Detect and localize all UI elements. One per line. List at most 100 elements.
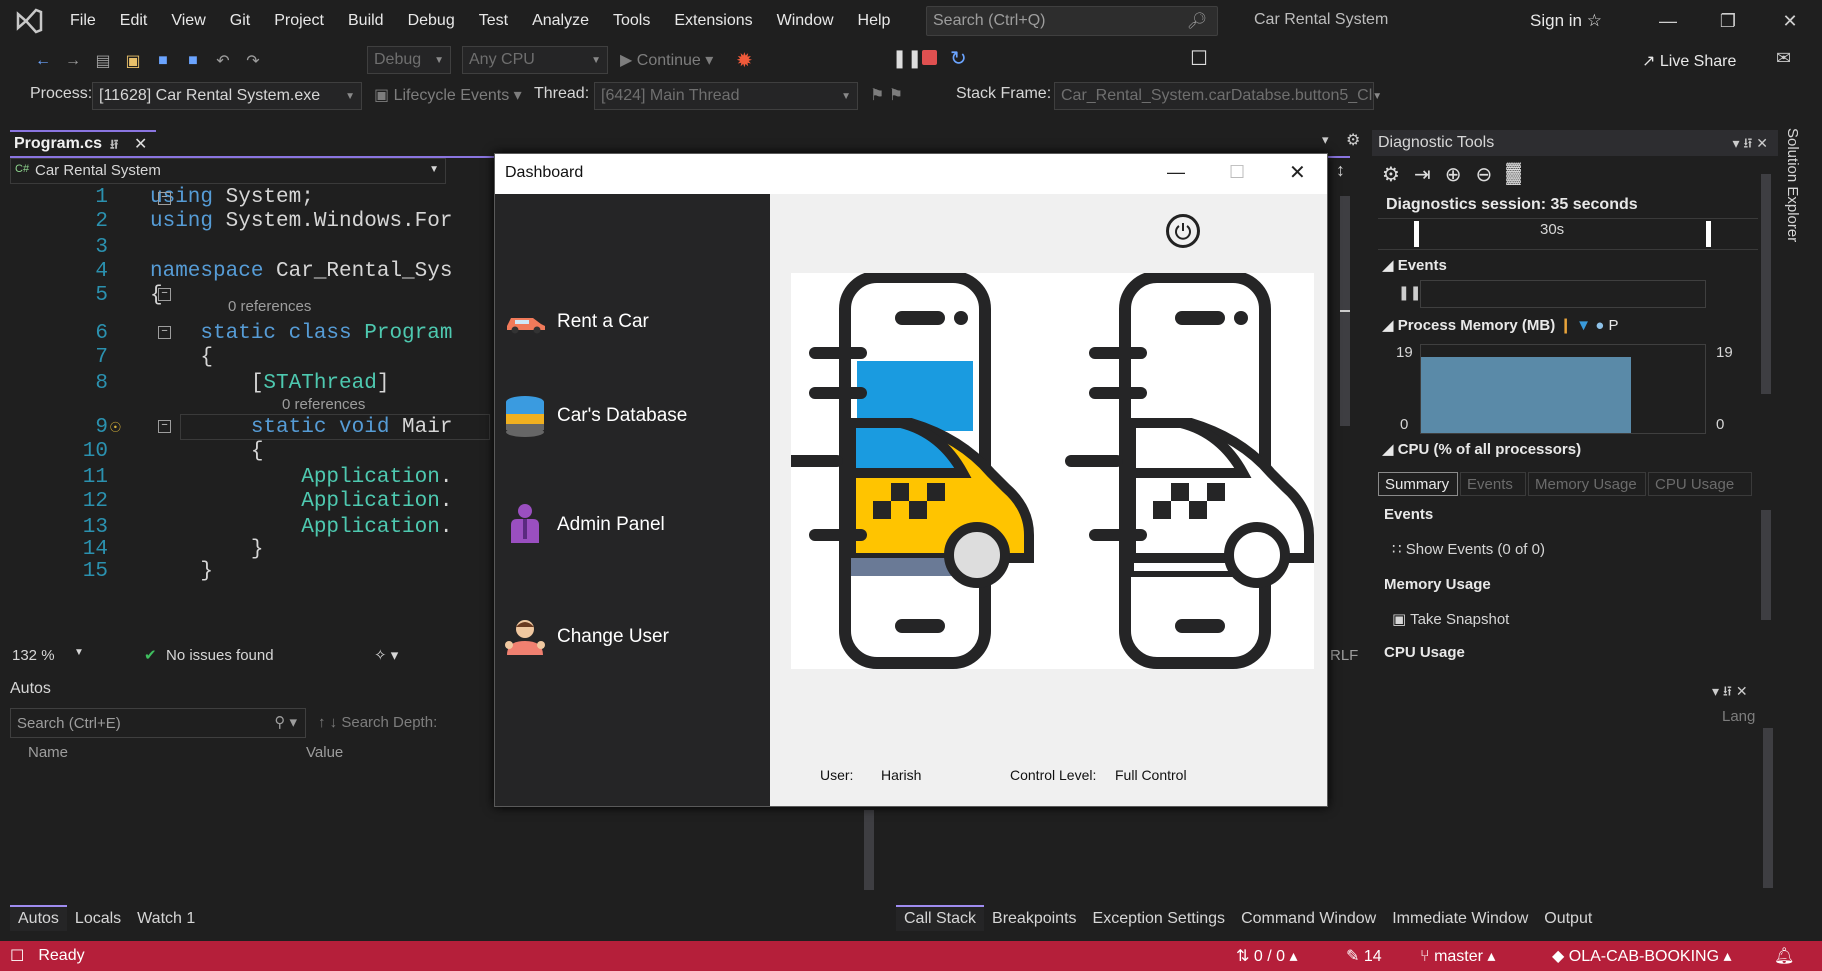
- sidebar-item-change-user[interactable]: Change User: [501, 615, 761, 659]
- line-ending-status[interactable]: RLF: [1330, 647, 1358, 664]
- redo-icon[interactable]: ↷: [240, 48, 266, 74]
- code-line[interactable]: {: [150, 346, 213, 369]
- notifications-icon[interactable]: 🔔︎: [1774, 946, 1794, 966]
- new-item-icon[interactable]: ▤: [90, 48, 116, 74]
- tab-call-stack[interactable]: Call Stack: [896, 905, 985, 931]
- restore-button[interactable]: ❐: [1706, 6, 1750, 36]
- tab-locals[interactable]: Locals: [67, 905, 129, 931]
- flag-icon[interactable]: ⚑ ⚑: [870, 85, 903, 105]
- lines-status[interactable]: ⇅ 0 / 0 ▴: [1236, 946, 1297, 966]
- tab-watch-1[interactable]: Watch 1: [129, 905, 203, 931]
- sign-in-button[interactable]: Sign in ☆: [1530, 11, 1602, 31]
- fold-toggle[interactable]: −: [158, 420, 171, 433]
- solution-explorer-tab[interactable]: Solution Explorer: [1784, 128, 1801, 242]
- menu-file[interactable]: File: [58, 12, 108, 30]
- down-arrow-icon[interactable]: ↓: [330, 714, 338, 731]
- callstack-scrollbar[interactable]: [1760, 708, 1776, 898]
- settings-icon[interactable]: ⚙: [1346, 130, 1360, 150]
- branch-status[interactable]: ⑂ master ▴: [1420, 946, 1495, 966]
- diagnostic-scrollbar[interactable]: [1758, 160, 1774, 456]
- process-memory-title[interactable]: ◢ Process Memory (MB) ❙ ▼ ● P: [1382, 316, 1618, 334]
- code-line[interactable]: namespace Car_Rental_Sys: [150, 260, 452, 283]
- menu-project[interactable]: Project: [262, 12, 336, 30]
- tab-output[interactable]: Output: [1536, 905, 1600, 931]
- code-line[interactable]: Application.: [150, 516, 452, 539]
- close-window-button[interactable]: ✕: [1768, 6, 1812, 36]
- lang-column-header[interactable]: Lang: [1722, 708, 1755, 725]
- feedback-icon[interactable]: ✉: [1776, 48, 1791, 69]
- minimize-button[interactable]: —: [1646, 6, 1690, 36]
- code-line[interactable]: {: [150, 440, 264, 463]
- take-snapshot-button[interactable]: ▣ Take Snapshot: [1392, 610, 1509, 628]
- diagnostic-tab-events[interactable]: Events: [1460, 472, 1526, 496]
- cpu-section-title[interactable]: ◢ CPU (% of all processors): [1382, 440, 1581, 458]
- close-icon[interactable]: ✕: [134, 134, 147, 154]
- sidebar-item-admin-panel[interactable]: Admin Panel: [501, 503, 761, 547]
- fold-toggle[interactable]: −: [158, 288, 171, 301]
- timeline-end-handle[interactable]: [1706, 221, 1711, 247]
- repository-status[interactable]: ◆ OLA-CAB-BOOKING ▴: [1552, 946, 1732, 966]
- pause-icon[interactable]: ❚❚: [892, 48, 922, 69]
- edits-status[interactable]: ✎ 14: [1346, 946, 1382, 966]
- menu-tools[interactable]: Tools: [601, 12, 662, 30]
- show-events-link[interactable]: ∷ Show Events (0 of 0): [1392, 540, 1545, 558]
- undo-icon[interactable]: ↶: [210, 48, 236, 74]
- settings-icon[interactable]: ⚙: [1382, 162, 1400, 187]
- zoom-in-icon[interactable]: ⊕: [1445, 162, 1462, 187]
- project-navigation-select[interactable]: C# Car Rental System ▼: [10, 158, 446, 184]
- export-icon[interactable]: ⇥: [1414, 162, 1431, 187]
- timeline-start-handle[interactable]: [1414, 221, 1419, 247]
- diagnostic-tab-memory-usage[interactable]: Memory Usage: [1528, 472, 1646, 496]
- menu-help[interactable]: Help: [846, 12, 903, 30]
- forward-icon[interactable]: →: [60, 48, 86, 74]
- events-section-title[interactable]: ◢ Events: [1382, 256, 1447, 274]
- menu-debug[interactable]: Debug: [396, 12, 467, 30]
- menu-view[interactable]: View: [159, 12, 217, 30]
- stop-icon[interactable]: [922, 50, 937, 65]
- zoom-out-icon[interactable]: ⊖: [1475, 162, 1492, 187]
- pause-events-icon[interactable]: ❚❚: [1398, 284, 1421, 301]
- code-line[interactable]: using System;: [150, 186, 314, 209]
- search-input[interactable]: Search (Ctrl+Q) 🔎︎: [926, 6, 1218, 36]
- issues-status[interactable]: No issues found: [166, 647, 274, 664]
- menu-analyze[interactable]: Analyze: [520, 12, 601, 30]
- back-icon[interactable]: ←: [30, 48, 56, 74]
- menu-test[interactable]: Test: [467, 12, 520, 30]
- menu-window[interactable]: Window: [765, 12, 846, 30]
- process-select[interactable]: [11628] Car Rental System.exe ▼: [92, 82, 362, 110]
- lifecycle-events-button[interactable]: ▣ Lifecycle Events ▾: [374, 85, 522, 105]
- chart-icon[interactable]: ▓: [1506, 162, 1521, 187]
- lightbulb-icon[interactable]: ☉: [110, 416, 121, 438]
- cleanup-icon[interactable]: ✧ ▾: [374, 646, 398, 664]
- tab-exception-settings[interactable]: Exception Settings: [1085, 905, 1234, 931]
- code-lens-references[interactable]: 0 references: [228, 298, 311, 315]
- open-folder-icon[interactable]: ▣: [120, 48, 146, 74]
- continue-button[interactable]: ▶ Continue ▾: [620, 50, 713, 70]
- stack-frame-select[interactable]: Car_Rental_System.carDatabse.button5_Cl ▼: [1054, 82, 1382, 110]
- platform-select[interactable]: Any CPU ▼: [462, 46, 608, 74]
- fold-toggle[interactable]: −: [158, 326, 171, 339]
- zoom-select[interactable]: 132 %: [12, 647, 55, 664]
- autos-scrollbar[interactable]: [860, 810, 878, 900]
- dashboard-minimize-button[interactable]: —: [1167, 162, 1185, 183]
- dashboard-maximize-button[interactable]: ☐: [1229, 162, 1245, 183]
- tab-program-cs[interactable]: Program.cs ⭿ ✕: [10, 130, 156, 157]
- code-line[interactable]: [STAThread]: [150, 372, 390, 395]
- tab-overflow-icon[interactable]: ▾: [1322, 132, 1329, 148]
- summary-scrollbar[interactable]: [1758, 496, 1774, 662]
- tab-breakpoints[interactable]: Breakpoints: [984, 905, 1085, 931]
- callstack-panel-controls[interactable]: ▾ ⭿ ✕: [1712, 681, 1748, 705]
- save-all-icon[interactable]: ■: [180, 48, 206, 74]
- column-header-value[interactable]: Value: [306, 744, 343, 761]
- pin-icon[interactable]: ⭿: [110, 136, 118, 158]
- code-line[interactable]: using System.Windows.For: [150, 210, 452, 233]
- menu-git[interactable]: Git: [218, 12, 262, 30]
- menu-edit[interactable]: Edit: [108, 12, 160, 30]
- autos-search-input[interactable]: Search (Ctrl+E) ⚲ ▾: [10, 708, 306, 738]
- code-line[interactable]: static class Program: [150, 322, 452, 345]
- bookmark-icon[interactable]: ☐: [1190, 46, 1208, 71]
- tab-immediate-window[interactable]: Immediate Window: [1384, 905, 1536, 931]
- configuration-select[interactable]: Debug ▼: [367, 46, 451, 74]
- column-header-name[interactable]: Name: [28, 744, 68, 761]
- code-lens-references[interactable]: 0 references: [282, 396, 365, 413]
